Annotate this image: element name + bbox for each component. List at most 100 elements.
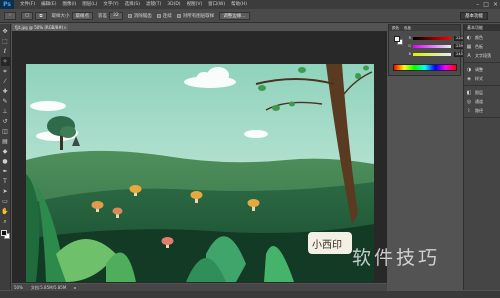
- dock-item-color[interactable]: ◐ 颜色: [464, 33, 500, 42]
- contiguous-checkbox[interactable]: [156, 13, 161, 18]
- photoshop-logo: Ps: [0, 0, 14, 9]
- zoom-tool-icon[interactable]: ⌕: [1, 217, 10, 226]
- slider-g-track[interactable]: [413, 44, 451, 48]
- menu-item-0[interactable]: 文件(F): [20, 0, 35, 9]
- status-arrow-icon[interactable]: ▸: [74, 285, 76, 290]
- dock-item-label: 文字段落: [475, 52, 491, 58]
- crop-tool-icon[interactable]: ⌗: [1, 67, 10, 76]
- path-select-tool-icon[interactable]: ➤: [1, 187, 10, 196]
- dock-item-label: 通道: [475, 98, 483, 104]
- hand-tool-icon[interactable]: ✋: [1, 207, 10, 216]
- blur-tool-icon[interactable]: ◆: [1, 147, 10, 156]
- antialias-checkbox[interactable]: [127, 13, 132, 18]
- menu-item-9[interactable]: 窗口(W): [208, 0, 225, 9]
- close-button[interactable]: ×: [493, 1, 498, 8]
- tab-swatches[interactable]: 色板: [404, 26, 411, 31]
- sample-size-select[interactable]: 取样点: [71, 11, 94, 20]
- slider-g: G 239: [401, 43, 465, 49]
- foreground-color-swatch[interactable]: [394, 36, 400, 42]
- eyedropper-tool-icon[interactable]: ⁄: [1, 77, 10, 86]
- all-layers-option[interactable]: 对所有图层取样: [176, 13, 215, 19]
- antialias-option[interactable]: 消除锯齿: [127, 13, 152, 19]
- styles-icon: ◈: [467, 75, 471, 82]
- tolerance-label: 容差: [98, 13, 108, 19]
- dock-item-adjustments[interactable]: ◑ 调整: [464, 65, 500, 74]
- lasso-tool-icon[interactable]: ℓ: [1, 47, 10, 56]
- brush-tool-icon[interactable]: ✎: [1, 97, 10, 106]
- menu-item-5[interactable]: 选择(S): [125, 0, 140, 9]
- stamp-tool-icon[interactable]: ⊥: [1, 107, 10, 116]
- paths-icon: ⌇: [467, 107, 471, 114]
- menu-item-10[interactable]: 帮助(H): [231, 0, 247, 9]
- dodge-tool-icon[interactable]: ●: [1, 157, 10, 166]
- pen-tool-icon[interactable]: ✒: [1, 167, 10, 176]
- color-panel: 颜色 色板 R 224 G 239 B 245: [388, 24, 465, 76]
- maximize-button[interactable]: □: [483, 1, 489, 8]
- menu-item-7[interactable]: 3D(D): [167, 0, 180, 9]
- dock-item-label: 调整: [475, 66, 483, 72]
- layers-icon: ◧: [466, 89, 472, 96]
- workspace-switcher[interactable]: 基本功能: [460, 12, 488, 20]
- slider-r: R 224: [401, 35, 465, 41]
- document-close-icon[interactable]: ×: [63, 25, 66, 30]
- dock-item-paths[interactable]: ⌇ 路径: [464, 106, 500, 115]
- refine-edge-button[interactable]: 调整边缘...: [219, 11, 250, 20]
- dock-item-character[interactable]: A 文字段落: [464, 51, 500, 60]
- type-tool-icon[interactable]: T: [1, 177, 10, 186]
- document-size: 文档:5.85M/5.85M: [30, 284, 67, 290]
- menu-item-1[interactable]: 编辑(E): [41, 0, 56, 9]
- history-brush-tool-icon[interactable]: ↺: [1, 117, 10, 126]
- document-tab-title: fjjt.jpg @ 50% (RGB/8#): [15, 25, 64, 30]
- dock-item-layers[interactable]: ◧ 图层: [464, 88, 500, 97]
- rgb-sliders: R 224 G 239 B 245: [401, 33, 465, 57]
- add-selection-icon[interactable]: ⧉: [35, 11, 47, 20]
- shape-tool-icon[interactable]: ▭: [1, 197, 10, 206]
- channels-icon: ◎: [466, 98, 472, 105]
- contiguous-label: 连续: [162, 13, 172, 19]
- dock-groups: ◐ 颜色 ▦ 色板 A 文字段落 ◑ 调整 ◈ 样式 ◧ 图层 ◎ 通道 ⌇ 路径: [464, 31, 500, 118]
- tolerance-input[interactable]: 32: [109, 11, 123, 20]
- marquee-tool-icon[interactable]: ⬚: [1, 37, 10, 46]
- gradient-tool-icon[interactable]: ▤: [1, 137, 10, 146]
- eraser-tool-icon[interactable]: ◫: [1, 127, 10, 136]
- menu-item-3[interactable]: 图层(L): [82, 0, 97, 9]
- dock-group: ◑ 调整 ◈ 样式: [464, 63, 500, 86]
- all-layers-checkbox[interactable]: [176, 13, 181, 18]
- all-layers-label: 对所有图层取样: [182, 13, 215, 19]
- slider-g-label: G: [408, 44, 411, 48]
- magic-wand-icon: ♢: [4, 11, 17, 20]
- dock-item-swatches[interactable]: ▦ 色板: [464, 42, 500, 51]
- menu-item-8[interactable]: 视图(V): [187, 0, 203, 9]
- slider-r-track[interactable]: [413, 36, 451, 40]
- tab-color[interactable]: 颜色: [392, 26, 399, 31]
- minimize-button[interactable]: –: [476, 1, 479, 8]
- foreground-color[interactable]: [0, 230, 7, 236]
- menu-item-2[interactable]: 图像(I): [62, 0, 76, 9]
- foreground-background-colors[interactable]: [0, 230, 10, 239]
- tool-preset-picker[interactable]: ♢: [4, 11, 17, 20]
- dock-item-styles[interactable]: ◈ 样式: [464, 74, 500, 83]
- tools-panel: ✥ ⬚ ℓ ✧ ⌗ ⁄ ✚ ✎ ⊥ ↺ ◫ ▤ ◆ ● ✒ T ➤ ▭ ✋ ⌕: [0, 24, 11, 290]
- slider-b-track[interactable]: [413, 52, 451, 56]
- move-tool-icon[interactable]: ✥: [1, 27, 10, 36]
- new-selection-icon[interactable]: ▢: [21, 11, 34, 20]
- zoom-level[interactable]: 50%: [14, 285, 23, 290]
- selection-mode-buttons[interactable]: ▢ ⧉: [21, 11, 47, 20]
- refine-edge-group: 调整边缘...: [219, 11, 250, 20]
- document-tab[interactable]: fjjt.jpg @ 50% (RGB/8#) ×: [12, 24, 68, 31]
- healing-tool-icon[interactable]: ✚: [1, 87, 10, 96]
- menu-bar: Ps 文件(F) 编辑(E) 图像(I) 图层(L) 文字(Y) 选择(S) 滤镜(T) 3D…: [0, 0, 500, 9]
- magic-wand-tool-icon[interactable]: ✧: [0, 57, 10, 66]
- swatches-icon: ▦: [466, 43, 472, 50]
- image-canvas[interactable]: 小西印: [26, 64, 374, 282]
- dock-item-channels[interactable]: ◎ 通道: [464, 97, 500, 106]
- panel-dock: 基本功能 ◐ 颜色 ▦ 色板 A 文字段落 ◑ 调整 ◈ 样式 ◧ 图层 ◎ 通道 ⌇ 路径: [463, 24, 500, 290]
- menu-items: 文件(F) 编辑(E) 图像(I) 图层(L) 文字(Y) 选择(S) 滤镜(T) 3D(D)…: [14, 0, 247, 9]
- mini-bridge-bar: [0, 291, 500, 298]
- color-spectrum-bar[interactable]: [393, 64, 457, 71]
- menu-item-4[interactable]: 文字(Y): [103, 0, 118, 9]
- document-workspace[interactable]: 小西印: [12, 31, 387, 283]
- contiguous-option[interactable]: 连续: [156, 13, 172, 19]
- menu-item-6[interactable]: 滤镜(T): [146, 0, 161, 9]
- signature-seal: 小西印: [308, 232, 352, 254]
